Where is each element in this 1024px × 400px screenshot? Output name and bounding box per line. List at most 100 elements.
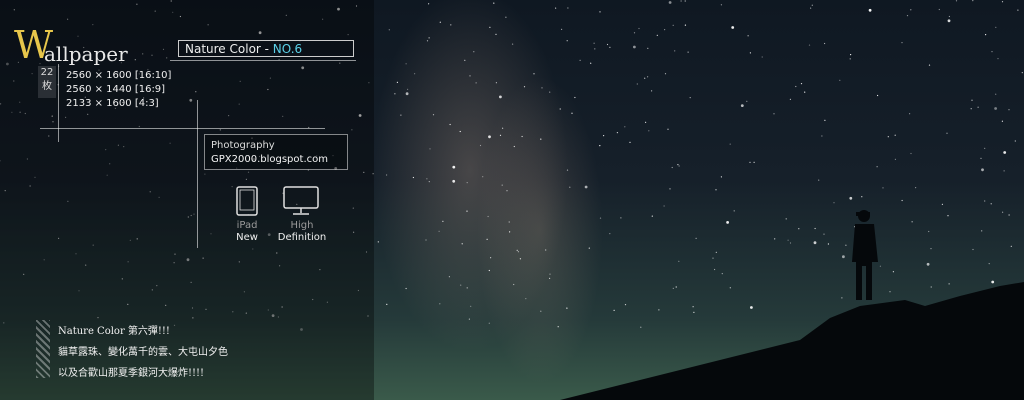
star — [980, 157, 982, 159]
star — [833, 202, 835, 204]
star — [460, 284, 462, 286]
star — [930, 286, 932, 288]
star — [868, 8, 872, 12]
star — [720, 176, 723, 178]
wallpaper-banner: W allpaper 22 枚 2560 × 1600 [16:10] 2560… — [0, 0, 1024, 400]
star — [486, 238, 488, 240]
star — [439, 21, 441, 23]
star — [388, 29, 390, 31]
star — [644, 77, 646, 79]
star — [948, 283, 950, 285]
hd-label-bottom: Definition — [277, 232, 327, 243]
star — [971, 99, 973, 101]
star — [753, 161, 755, 163]
star — [972, 0, 974, 2]
star — [669, 188, 671, 190]
star — [487, 215, 489, 218]
star — [839, 79, 841, 81]
star — [946, 132, 948, 134]
star — [910, 9, 912, 11]
star — [991, 280, 995, 284]
star — [1008, 109, 1010, 111]
star — [981, 168, 984, 172]
star — [499, 95, 502, 99]
star — [941, 203, 944, 205]
star — [505, 16, 507, 18]
star — [574, 96, 576, 99]
star — [1003, 151, 1007, 154]
star — [448, 276, 450, 278]
star — [603, 135, 605, 137]
star — [677, 164, 679, 166]
star — [479, 144, 482, 147]
star — [678, 260, 680, 262]
star — [442, 220, 444, 222]
star — [513, 283, 515, 286]
star — [502, 127, 504, 129]
star — [827, 243, 830, 245]
star — [569, 186, 571, 188]
star — [845, 244, 847, 246]
star — [609, 233, 611, 235]
star — [1010, 245, 1012, 247]
star — [606, 43, 609, 46]
star — [746, 100, 748, 102]
star — [466, 210, 468, 212]
star — [549, 273, 551, 275]
star — [910, 152, 912, 155]
hill-silhouette — [560, 282, 1024, 400]
star — [672, 24, 674, 26]
title-rest: allpaper — [44, 42, 128, 66]
star — [800, 83, 803, 85]
star — [584, 185, 588, 189]
star — [386, 174, 388, 176]
star — [593, 42, 595, 44]
star — [590, 62, 592, 64]
star — [396, 81, 398, 83]
star — [841, 297, 843, 299]
star — [928, 230, 930, 233]
star — [555, 7, 557, 9]
star — [915, 187, 917, 189]
star — [1021, 72, 1023, 74]
ipad-icon — [236, 186, 258, 216]
star — [997, 58, 999, 60]
star — [995, 93, 997, 95]
star — [633, 32, 636, 34]
star — [656, 34, 658, 37]
monitor-icon — [283, 186, 319, 215]
star — [740, 104, 744, 107]
photography-blog: GPX2000.blogspot.com — [211, 154, 328, 165]
star — [459, 130, 461, 133]
star — [540, 310, 542, 312]
star — [517, 251, 520, 253]
series-label: Nature Color - — [185, 42, 273, 56]
star — [733, 210, 735, 212]
star — [651, 215, 653, 217]
star — [726, 221, 729, 224]
star — [511, 43, 514, 45]
star — [675, 286, 677, 288]
star — [887, 136, 889, 138]
star — [624, 304, 627, 306]
star — [648, 130, 650, 132]
star — [616, 132, 619, 134]
star — [787, 239, 789, 241]
resolution-16-9: 2560 × 1440 [16:9] — [66, 84, 166, 95]
star — [687, 51, 689, 53]
star — [636, 83, 638, 85]
star — [475, 82, 477, 84]
star — [561, 28, 563, 30]
star — [533, 73, 535, 75]
star — [990, 203, 992, 205]
star — [508, 221, 510, 223]
star — [425, 239, 427, 241]
star — [785, 218, 787, 220]
star — [692, 306, 694, 308]
star — [407, 88, 409, 90]
star — [810, 7, 812, 9]
star — [405, 92, 409, 96]
star — [386, 303, 388, 305]
star — [667, 128, 669, 130]
star — [599, 11, 601, 13]
